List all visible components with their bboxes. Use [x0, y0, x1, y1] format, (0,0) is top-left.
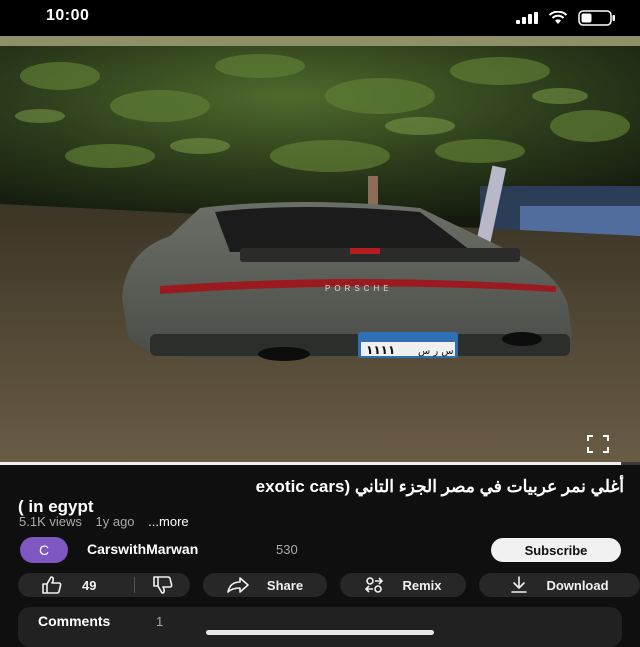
- view-count: 5.1K views: [19, 514, 82, 529]
- share-button[interactable]: Share: [203, 573, 327, 597]
- channel-name[interactable]: CarswithMarwan: [87, 541, 198, 557]
- svg-text:س ر س: س ر س: [418, 346, 454, 357]
- subscriber-count: 530: [276, 542, 298, 557]
- dislike-button[interactable]: [135, 576, 190, 594]
- video-title[interactable]: أغلي نمر عربيات في مصر الجزء التاني (exo…: [18, 476, 624, 497]
- home-indicator[interactable]: [206, 630, 434, 635]
- remix-button[interactable]: Remix: [340, 573, 466, 597]
- svg-text:PORSCHE: PORSCHE: [325, 284, 393, 293]
- remix-label: Remix: [402, 577, 442, 593]
- status-icons: [516, 10, 616, 26]
- video-progress-fill: [0, 462, 621, 465]
- download-button[interactable]: Download: [479, 573, 640, 597]
- cellular-signal-icon: [516, 12, 538, 24]
- fullscreen-icon[interactable]: [586, 434, 610, 454]
- battery-icon: [578, 10, 615, 26]
- subscribe-button[interactable]: Subscribe: [491, 538, 621, 562]
- share-label: Share: [266, 577, 304, 593]
- like-button[interactable]: 49: [18, 576, 134, 594]
- status-time: 10:00: [46, 7, 90, 24]
- download-icon: [511, 576, 528, 593]
- download-label: Download: [546, 577, 609, 593]
- video-player[interactable]: PORSCHE ١١١١ س ر س: [0, 36, 640, 464]
- channel-avatar[interactable]: C: [20, 537, 68, 563]
- comments-count: 1: [156, 614, 164, 629]
- remix-icon: [365, 577, 384, 593]
- comments-panel[interactable]: Comments 1: [18, 607, 622, 647]
- wifi-icon: [548, 11, 568, 24]
- svg-text:١١١١: ١١١١: [366, 343, 395, 357]
- video-frame: PORSCHE ١١١١ س ر س: [0, 36, 640, 464]
- comments-label: Comments: [38, 613, 111, 629]
- thumbs-up-icon: [42, 576, 62, 594]
- like-dislike-group: 49: [18, 573, 190, 597]
- more-link[interactable]: ...more: [148, 514, 188, 529]
- video-meta[interactable]: 5.1K views 1y ago ...more: [19, 514, 199, 529]
- like-count: 49: [82, 577, 97, 593]
- thumbs-down-icon: [152, 576, 172, 594]
- share-icon: [227, 577, 249, 593]
- status-bar: 10:00: [0, 0, 640, 36]
- video-progress-bar[interactable]: [0, 462, 640, 465]
- upload-age: 1y ago: [95, 514, 135, 529]
